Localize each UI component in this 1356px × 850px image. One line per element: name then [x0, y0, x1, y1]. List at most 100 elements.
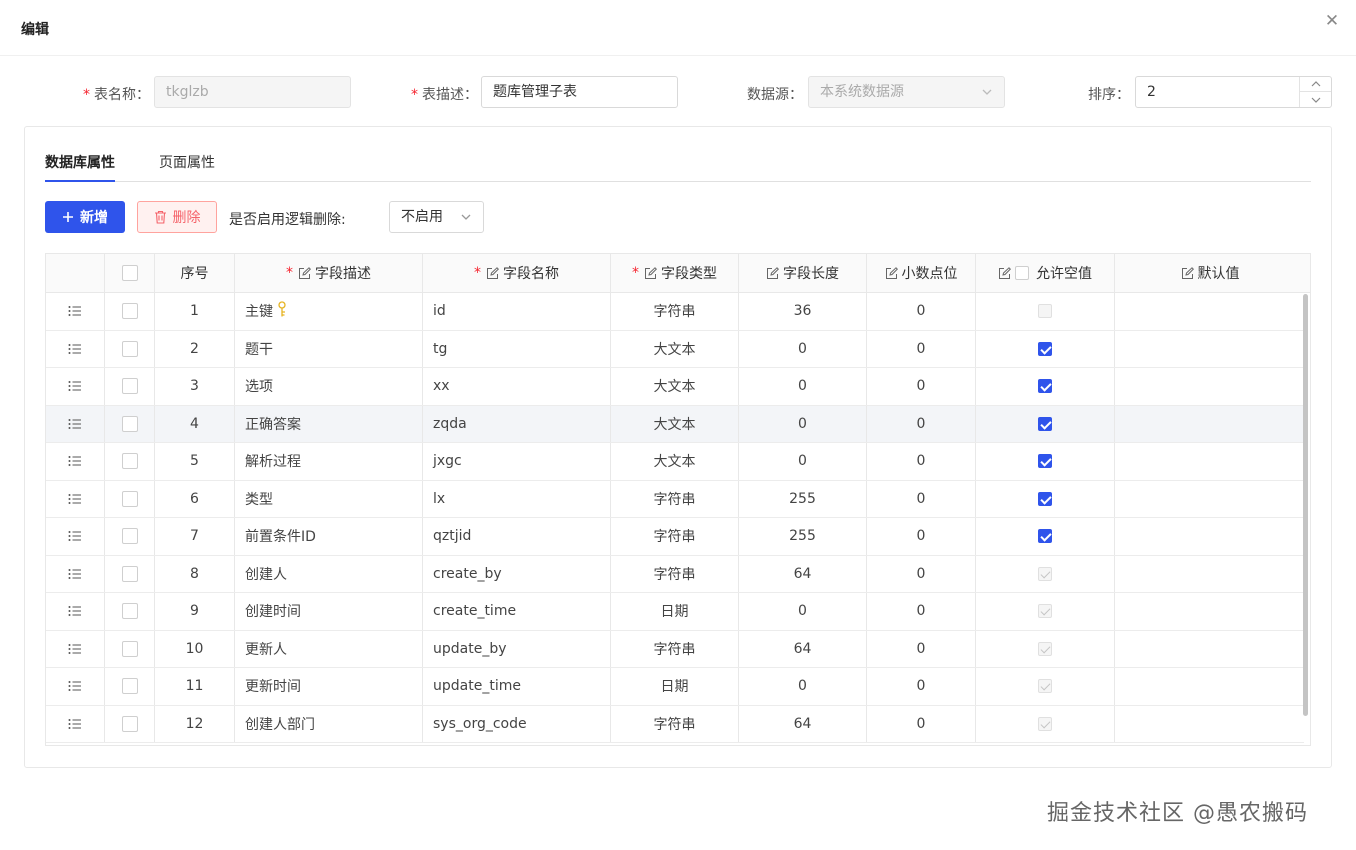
sort-input[interactable]: 2 — [1135, 76, 1332, 108]
row-checkbox[interactable] — [121, 490, 138, 507]
default-value-cell[interactable] — [1115, 556, 1305, 593]
drag-handle-icon[interactable] — [46, 405, 105, 442]
row-select-cell — [105, 705, 155, 742]
row-checkbox[interactable] — [121, 528, 138, 545]
drag-handle-icon[interactable] — [46, 368, 105, 405]
sort-stepper[interactable] — [1299, 77, 1331, 107]
nullable-checkbox[interactable] — [1038, 341, 1052, 356]
nullable-all-checkbox[interactable] — [1015, 266, 1029, 280]
datasource-select[interactable]: 本系统数据源 — [808, 76, 1005, 108]
table-desc-input[interactable]: 题库管理子表 — [481, 76, 678, 108]
drag-handle-icon[interactable] — [46, 668, 105, 705]
cell-name-text: qztjid — [433, 528, 472, 545]
table-row[interactable]: 10 更新人 update_by 字符串 64 0 — [46, 630, 1305, 668]
drag-handle-icon[interactable] — [46, 555, 105, 592]
row-checkbox[interactable] — [121, 640, 138, 657]
default-value-cell[interactable] — [1115, 481, 1305, 518]
drag-handle-icon[interactable] — [46, 293, 105, 330]
default-value-cell[interactable] — [1115, 631, 1305, 668]
row-select-cell — [105, 293, 155, 330]
row-checkbox[interactable] — [121, 565, 138, 582]
row-checkbox[interactable] — [121, 415, 138, 432]
add-button[interactable]: 新增 — [45, 201, 125, 233]
row-checkbox[interactable] — [121, 678, 138, 695]
nullable-cell — [976, 630, 1115, 667]
default-value-cell[interactable] — [1115, 293, 1305, 330]
table-row[interactable]: 4 正确答案 zqda 大文本 0 0 — [46, 405, 1305, 443]
row-checkbox[interactable] — [121, 453, 138, 470]
th-name: * 字段名称 — [423, 254, 611, 292]
nullable-checkbox[interactable] — [1038, 491, 1052, 506]
drag-handle-icon[interactable] — [46, 518, 105, 555]
table-row[interactable]: 3 选项 xx 大文本 0 0 — [46, 368, 1304, 406]
cell-type: 日期 — [611, 593, 739, 630]
table-row[interactable]: 11 更新时间 update_time 日期 0 0 — [46, 668, 1304, 706]
cell-type: 大文本 — [611, 443, 739, 480]
cell-decimal-text: 0 — [916, 640, 926, 657]
default-value-cell[interactable] — [1115, 518, 1305, 555]
tab-page-properties[interactable]: 页面属性 — [159, 152, 215, 172]
table-row[interactable]: 2 题干 tg 大文本 0 0 — [46, 330, 1305, 368]
select-all-checkbox[interactable] — [121, 265, 138, 281]
cell-name-text: update_time — [433, 678, 521, 695]
table-name-input[interactable]: tkglzb — [154, 76, 351, 108]
tab-db-properties[interactable]: 数据库属性 — [45, 152, 115, 172]
nullable-checkbox[interactable] — [1038, 454, 1052, 469]
table-row[interactable]: 12 创建人部门 sys_org_code 字符串 64 0 — [46, 705, 1305, 743]
cell-length-text: 0 — [798, 603, 807, 620]
drag-handle-icon[interactable] — [46, 480, 105, 517]
default-value-cell[interactable] — [1115, 668, 1305, 705]
tab-bar: 数据库属性 页面属性 — [45, 148, 1311, 182]
cell-name-text: zqda — [433, 415, 467, 432]
logic-delete-select[interactable]: 不启用 — [389, 201, 484, 233]
th-nullable: 允许空值 — [976, 254, 1115, 292]
row-checkbox[interactable] — [121, 303, 138, 320]
default-value-cell[interactable] — [1115, 593, 1305, 630]
row-checkbox[interactable] — [121, 603, 138, 620]
table-row[interactable]: 5 解析过程 jxgc 大文本 0 0 — [46, 443, 1304, 481]
drag-handle-icon[interactable] — [46, 330, 105, 367]
stepper-up-icon[interactable] — [1300, 77, 1331, 92]
table-row[interactable]: 6 类型 lx 字符串 255 0 — [46, 480, 1305, 518]
row-checkbox[interactable] — [121, 715, 138, 732]
default-value-cell[interactable] — [1115, 706, 1305, 743]
default-value-cell[interactable] — [1115, 331, 1305, 368]
cell-type-text: 字符串 — [653, 491, 696, 508]
cell-type: 大文本 — [611, 405, 739, 442]
cell-length: 0 — [739, 668, 867, 705]
cell-seq-text: 5 — [190, 453, 199, 470]
nullable-checkbox[interactable] — [1038, 529, 1052, 544]
table-row[interactable]: 9 创建时间 create_time 日期 0 0 — [46, 593, 1304, 631]
stepper-down-icon[interactable] — [1300, 92, 1331, 107]
vertical-scrollbar[interactable] — [1303, 294, 1308, 716]
close-icon[interactable]: ✕ — [1323, 12, 1341, 30]
row-select-cell — [105, 593, 155, 630]
default-value-cell[interactable] — [1115, 368, 1305, 405]
drag-handle-icon[interactable] — [46, 705, 105, 742]
cell-decimal-text: 0 — [916, 490, 926, 507]
drag-handle-icon[interactable] — [46, 443, 105, 480]
cell-decimal: 0 — [867, 630, 976, 667]
delete-button[interactable]: 删除 — [137, 201, 217, 233]
cell-desc-text: 创建时间 — [245, 604, 301, 621]
cell-decimal: 0 — [867, 518, 976, 555]
cell-seq-text: 8 — [190, 565, 199, 582]
table-row[interactable]: 8 创建人 create_by 字符串 64 0 — [46, 555, 1305, 593]
edit-icon — [885, 266, 898, 279]
row-select-cell — [105, 330, 155, 367]
table-row[interactable]: 7 前置条件ID qztjid 字符串 255 0 — [46, 518, 1304, 556]
cell-seq: 7 — [155, 518, 235, 555]
nullable-checkbox — [1038, 716, 1052, 731]
row-checkbox[interactable] — [121, 340, 138, 357]
drag-handle-icon[interactable] — [46, 630, 105, 667]
default-value-cell[interactable] — [1115, 443, 1305, 480]
cell-decimal: 0 — [867, 593, 976, 630]
nullable-checkbox[interactable] — [1038, 416, 1052, 431]
table-row[interactable]: 1 主键 id 字符串 36 0 — [46, 293, 1304, 331]
row-checkbox[interactable] — [121, 378, 138, 395]
nullable-checkbox[interactable] — [1038, 379, 1052, 394]
drag-handle-icon[interactable] — [46, 593, 105, 630]
th-type: * 字段类型 — [611, 254, 739, 292]
default-value-cell[interactable] — [1115, 406, 1305, 443]
row-select-cell — [105, 368, 155, 405]
